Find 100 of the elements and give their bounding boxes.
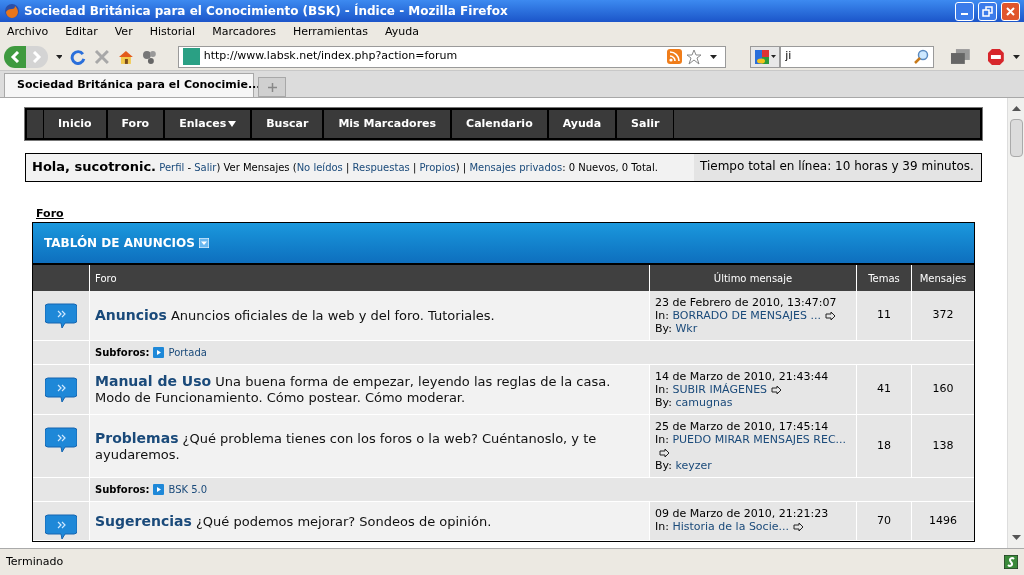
search-icon[interactable] [912,48,929,65]
topic-link[interactable]: SUBIR IMÁGENES [672,383,768,396]
in-label: In: [655,383,669,396]
speech-bubble-icon [45,303,77,329]
dropdown-caret-icon [770,55,776,58]
restore-button[interactable] [978,1,997,21]
address-text: http://www.labsk.net/index.php?action=forum [203,48,459,65]
nav-link[interactable]: Calendario [451,110,548,138]
breadcrumb-link[interactable]: Foro [36,207,64,220]
dropdown-caret-icon[interactable] [55,54,63,59]
play-icon [153,347,165,358]
user-link[interactable]: Salir [194,162,217,173]
user-link[interactable]: camugnas [675,396,733,409]
forum-title-link[interactable]: Anuncios [95,307,167,323]
forward-button[interactable] [25,45,48,68]
arrow-icon[interactable] [824,312,836,320]
firefox-icon [4,3,20,19]
star-icon[interactable] [686,48,703,65]
user-link[interactable]: Respuestas [352,162,410,173]
arrow-icon[interactable] [771,386,783,394]
collapse-icon[interactable] [198,238,209,248]
nav-link[interactable]: Foro [106,110,165,138]
in-label: In: [655,433,669,446]
online-time: Tiempo total en línea: 10 horas y 39 minutos. [694,154,981,181]
nav-link[interactable]: Mis Marcadores [323,110,452,138]
posts-cell: 372 [912,291,974,340]
menu-item[interactable]: Historial [149,24,196,41]
user-link[interactable]: Wkr [675,322,698,335]
post-date: 23 de Febrero de 2010, 13:47:07 [655,296,838,309]
subforum-link[interactable]: Portada [168,345,207,360]
user-link[interactable]: keyzer [675,459,712,472]
menu-item[interactable]: Marcadores [212,24,276,41]
search-text: ji [785,48,793,65]
posts-cell: 138 [912,415,974,477]
speech-bubble-icon [45,377,77,403]
post-date: 14 de Marzo de 2010, 21:43:44 [655,370,830,383]
close-icon [1005,5,1016,17]
nav-link[interactable]: Buscar [251,110,324,138]
forum-title-link[interactable]: Problemas [95,429,179,446]
post-date: 09 de Marzo de 2010, 21:21:23 [655,507,830,520]
search-field[interactable]: ji [780,45,934,68]
topic-link[interactable]: Historia de la Socie... [672,520,789,533]
nav-link[interactable]: Enlaces [164,110,252,138]
user-info-text: Hola, sucotronic. Perfil - Salir) Ver Mensajes (No leídos | Respuestas | Propios) | Mensajes privados: 0 Nuevos, 0 Total. [31,158,659,176]
posts-cell: 160 [912,365,974,414]
back-button[interactable] [4,45,26,68]
user-link[interactable]: Perfil [159,162,185,173]
windows-icon[interactable] [949,47,972,66]
plus-icon [267,82,277,92]
nav-link[interactable]: Ayuda [547,110,617,138]
minimize-icon [961,13,968,15]
status-text: Terminado [6,553,64,570]
speech-bubble-icon [45,427,77,453]
column-header: Mensajes [918,271,968,286]
topics-cell: 11 [857,291,912,340]
scroll-thumb[interactable] [1009,119,1023,157]
window-title: Sociedad Británica para el Conocimiento (BSK) - Índice - Mozilla Firefox [24,2,509,20]
user-link[interactable]: No leídos [296,162,343,173]
topic-link[interactable]: BORRADO DE MENSAJES ... [672,309,821,322]
menu-item[interactable]: Archivo [7,24,49,41]
by-label: By: [655,322,672,335]
arrow-icon[interactable] [659,449,670,457]
topic-link[interactable]: PUEDO MIRAR MENSAJES REC... [672,433,847,446]
user-link[interactable]: Propios [419,162,456,173]
search-engine-button[interactable] [750,45,781,68]
dropdown-caret-icon[interactable] [710,54,718,59]
menu-item[interactable]: Editar [65,24,98,41]
nav-link[interactable]: Salir [616,110,675,138]
forum-description: Manual de Uso Una buena forma de empezar, leyendo las reglas de la casa. Modo de Funcionamiento. Cómo postear. Cómo moderar. [95,373,612,406]
forum-description: Sugerencias ¿Qué podemos mejorar? Sondeos de opinión. [95,512,492,530]
home-icon[interactable] [118,48,134,65]
forum-title-link[interactable]: Sugerencias [95,512,192,529]
menu-item[interactable]: Ayuda [384,24,419,41]
molecule-icon[interactable] [141,48,158,65]
subforum-label: Subforos: [95,483,150,497]
menu-item[interactable]: Ver [114,24,133,41]
topics-cell: 41 [857,365,912,414]
scroll-down-icon[interactable] [1011,535,1021,540]
subforum-label: Subforos: [95,346,150,360]
by-label: By: [655,459,672,472]
menu-item[interactable]: Herramientas [292,24,368,41]
arrow-icon[interactable] [792,523,804,531]
subforum-link[interactable]: BSK 5.0 [168,482,208,497]
forum-description: Problemas ¿Qué problema tienes con los foros o la web? Cuéntanoslo, y te ayudaremos. [95,429,598,463]
in-label: In: [655,520,669,533]
scroll-up-icon[interactable] [1011,106,1021,111]
play-icon [153,484,165,495]
nav-link[interactable]: Inicio [43,110,107,138]
address-bar[interactable]: http://www.labsk.net/index.php?action=forum [177,45,727,68]
addon-status-icon [1004,555,1018,569]
dropdown-caret-icon[interactable] [1013,54,1020,59]
close-button[interactable] [1001,1,1020,21]
restore-icon [982,5,993,17]
minimize-button[interactable] [955,1,974,21]
forum-title-link[interactable]: Manual de Uso [95,373,212,389]
reload-icon[interactable] [70,48,87,65]
rss-icon[interactable] [667,49,683,64]
board-title: TABLÓN DE ANUNCIOS [44,234,195,252]
in-label: In: [655,309,669,322]
new-tab-button[interactable] [258,77,286,97]
